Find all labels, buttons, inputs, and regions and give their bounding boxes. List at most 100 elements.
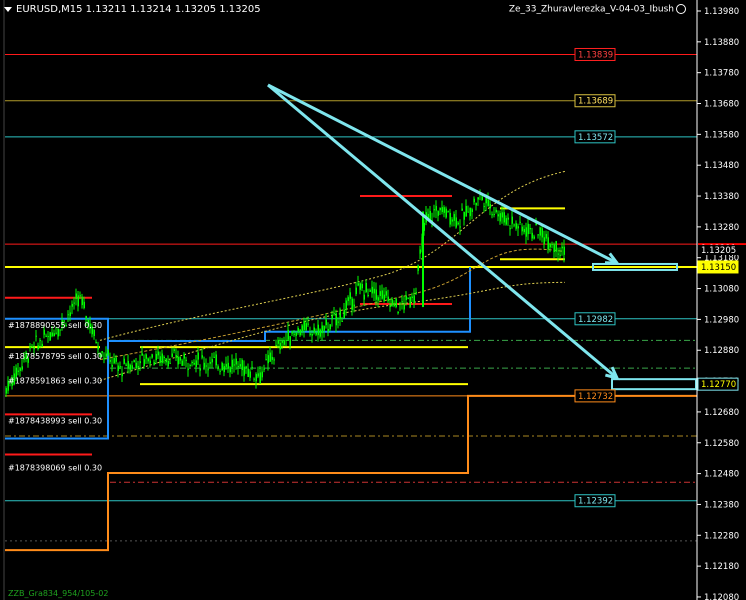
candle-body [339, 309, 341, 319]
candle-body [83, 301, 85, 309]
candle-body [137, 365, 139, 368]
candle-body [217, 366, 219, 369]
axis-tick-label: 1.13080 [704, 285, 739, 295]
smiley-face-icon [676, 4, 686, 14]
candle-body [419, 249, 421, 254]
candle-body [465, 205, 467, 217]
candle-body [481, 196, 483, 201]
candle-body [469, 207, 471, 217]
candle-body [213, 356, 215, 358]
candle-body [463, 212, 465, 220]
candle-body [51, 332, 53, 337]
candle-body [69, 312, 71, 317]
axis-tick-label: 1.12580 [704, 439, 739, 449]
candle-body [553, 244, 555, 252]
candle-body [67, 314, 69, 316]
axis-tick-label: 1.12480 [704, 470, 739, 480]
order-label: #1878591863 sell 0.30 [8, 376, 102, 385]
candle-body [501, 212, 503, 218]
candle-body [75, 293, 77, 299]
candle-body [435, 205, 437, 211]
bottom-tag: ZZB_Gra834_954/105-02 [8, 589, 109, 598]
candle-body [379, 291, 381, 296]
candle-body [495, 209, 497, 213]
symbol-header[interactable]: EURUSD,M15 1.13211 1.13214 1.13205 1.132… [4, 4, 261, 15]
candle-body [41, 343, 43, 347]
candle-body [451, 219, 453, 222]
candle-body [203, 362, 205, 368]
candle-body [443, 207, 445, 213]
candle-body [549, 243, 551, 248]
candle-body [347, 297, 349, 301]
candle-body [277, 340, 279, 344]
candle-body [353, 304, 355, 307]
candle-body [5, 388, 7, 394]
candle-body [167, 360, 169, 367]
candle-body [157, 351, 159, 356]
candle-body [397, 311, 399, 314]
candle-body [249, 371, 251, 378]
candle-body [367, 294, 369, 296]
candle-body [129, 364, 131, 370]
candle-body [141, 353, 143, 356]
candle-body [163, 356, 165, 359]
candle-body [253, 378, 255, 380]
level-label: 1.12392 [578, 497, 613, 507]
candle-body [411, 296, 413, 298]
candle-body [259, 372, 261, 384]
candle-body [529, 228, 531, 230]
axis-tick-label: 1.13280 [704, 223, 739, 233]
candle-body [475, 202, 477, 206]
candle-body [285, 339, 287, 341]
candle-body [389, 305, 391, 308]
candle-body [47, 336, 49, 338]
candle-body [71, 303, 73, 307]
candle-body [489, 204, 491, 209]
axis-tick-label: 1.13580 [704, 130, 739, 140]
candle-body [383, 294, 385, 302]
axis-tick-label: 1.12080 [704, 593, 739, 600]
candle-body [357, 283, 359, 286]
candle-body [187, 368, 189, 371]
candle-body [519, 221, 521, 223]
candle-body [325, 319, 327, 326]
candle-body [39, 340, 41, 342]
candle-body [21, 366, 23, 370]
candle-body [181, 360, 183, 366]
candle-body [31, 346, 33, 348]
candle-body [237, 366, 239, 368]
candle-body [563, 246, 565, 255]
candle-body [323, 326, 325, 331]
candle-body [263, 368, 265, 370]
dropdown-triangle-icon[interactable] [4, 6, 12, 12]
candle-body [175, 355, 177, 358]
price-chart[interactable]: #1878890555 sell 0.30 #1878578795 sell 0.… [0, 0, 746, 600]
axis-tick-label: 1.12980 [704, 315, 739, 325]
level-label: 1.12770 [701, 380, 736, 390]
candle-body [399, 303, 401, 305]
candle-body [401, 301, 403, 303]
candle-body [275, 344, 277, 346]
candle-body [147, 358, 149, 362]
candle-body [433, 209, 435, 211]
candle-body [459, 226, 461, 228]
candle-body [131, 365, 133, 369]
candle-body [409, 297, 411, 308]
candle-body [219, 370, 221, 372]
candle-body [283, 340, 285, 345]
candle-body [457, 222, 459, 225]
order-label: #1878398069 sell 0.30 [8, 463, 102, 472]
level-label: 1.13839 [578, 50, 613, 60]
candle-body [95, 341, 97, 344]
candle-body [45, 335, 47, 337]
candle-body [81, 296, 83, 306]
candle-body [35, 335, 37, 337]
candle-body [335, 313, 337, 326]
expert-advisor-label[interactable]: Ze_33_Zhuravlerezka_V-04-03_Ibush [509, 4, 686, 15]
axis-tick-label: 1.12180 [704, 562, 739, 572]
candle-body [331, 315, 333, 320]
candle-body [247, 368, 249, 378]
candle-body [103, 357, 105, 360]
candle-body [281, 340, 283, 343]
candle-body [279, 342, 281, 350]
